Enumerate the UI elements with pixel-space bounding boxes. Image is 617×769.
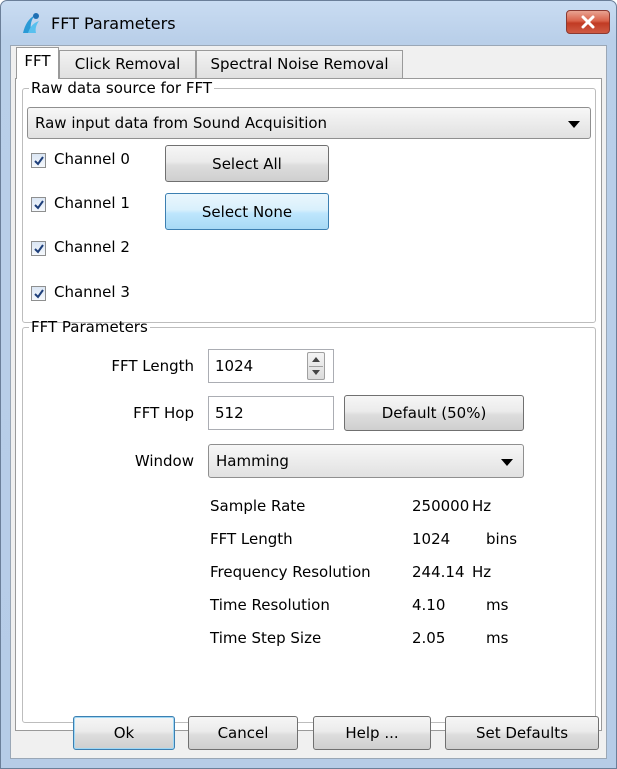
info-value: 4.10 — [412, 596, 446, 614]
fft-length-value: 1024 — [215, 357, 254, 375]
fft-length-spinner[interactable] — [307, 352, 325, 380]
channel-3-checkbox[interactable] — [31, 286, 46, 301]
default-hop-button[interactable]: Default (50%) — [344, 395, 524, 431]
checkmark-icon — [34, 244, 44, 254]
fft-parameters-legend: FFT Parameters — [31, 318, 148, 336]
info-value: 244.14 — [412, 563, 465, 581]
info-unit: Hz — [472, 563, 492, 581]
info-value: 250000 — [412, 497, 470, 515]
fft-hop-value: 512 — [215, 404, 244, 422]
checkmark-icon — [34, 156, 44, 166]
select-none-button[interactable]: Select None — [165, 193, 329, 230]
raw-data-source-select[interactable]: Raw input data from Sound Acquisition — [27, 107, 591, 139]
channel-3-label: Channel 3 — [54, 283, 130, 301]
channel-2-label: Channel 2 — [54, 238, 130, 256]
channel-0-checkbox[interactable] — [31, 153, 46, 168]
spinner-down-icon — [312, 370, 320, 375]
help-button[interactable]: Help ... — [313, 716, 431, 750]
window-select[interactable]: Hamming — [208, 444, 524, 478]
info-unit: ms — [486, 596, 509, 614]
checkmark-icon — [34, 289, 44, 299]
chevron-down-icon — [501, 459, 513, 466]
info-name: Sample Rate — [210, 497, 306, 515]
fft-hop-input[interactable]: 512 — [208, 396, 334, 430]
raw-data-source-legend: Raw data source for FFT — [31, 79, 213, 97]
dialog-body: FFT Click Removal Spectral Noise Removal… — [10, 45, 607, 759]
channel-1-label: Channel 1 — [54, 194, 130, 212]
fft-hop-label: FFT Hop — [133, 404, 194, 422]
channel-0-label: Channel 0 — [54, 150, 130, 168]
chevron-down-icon — [568, 121, 580, 128]
channel-1-checkbox[interactable] — [31, 197, 46, 212]
spinner-up-icon — [312, 357, 320, 362]
select-all-button[interactable]: Select All — [165, 145, 329, 182]
raw-data-source-value: Raw input data from Sound Acquisition — [35, 114, 328, 132]
info-unit: bins — [486, 530, 518, 548]
info-name: Time Step Size — [210, 629, 322, 647]
info-value: 2.05 — [412, 629, 446, 647]
fft-length-label: FFT Length — [111, 357, 194, 375]
info-name: Time Resolution — [210, 596, 330, 614]
info-value: 1024 — [412, 530, 451, 548]
info-unit: ms — [486, 629, 509, 647]
cancel-button[interactable]: Cancel — [188, 716, 298, 750]
ok-button[interactable]: Ok — [73, 716, 175, 750]
close-button[interactable] — [566, 10, 610, 34]
info-unit: Hz — [472, 497, 492, 515]
pamguard-logo-icon — [23, 13, 39, 33]
window-label: Window — [134, 452, 194, 470]
set-defaults-button[interactable]: Set Defaults — [445, 716, 599, 750]
title-bar[interactable]: FFT Parameters — [1, 1, 616, 45]
dialog-window: FFT Parameters FFT Click Removal Spectra… — [0, 0, 617, 769]
tab-click-removal[interactable]: Click Removal — [59, 50, 196, 78]
channel-2-checkbox[interactable] — [31, 241, 46, 256]
tab-spectral-noise-removal[interactable]: Spectral Noise Removal — [196, 50, 403, 78]
close-icon — [581, 15, 595, 29]
checkmark-icon — [34, 200, 44, 210]
info-name: Frequency Resolution — [210, 563, 371, 581]
info-name: FFT Length — [210, 530, 293, 548]
window-value: Hamming — [216, 452, 289, 470]
tab-panel-fft: Raw data source for FFT Raw input data f… — [15, 78, 602, 731]
window-title: FFT Parameters — [51, 14, 176, 33]
tab-fft[interactable]: FFT — [16, 47, 59, 79]
